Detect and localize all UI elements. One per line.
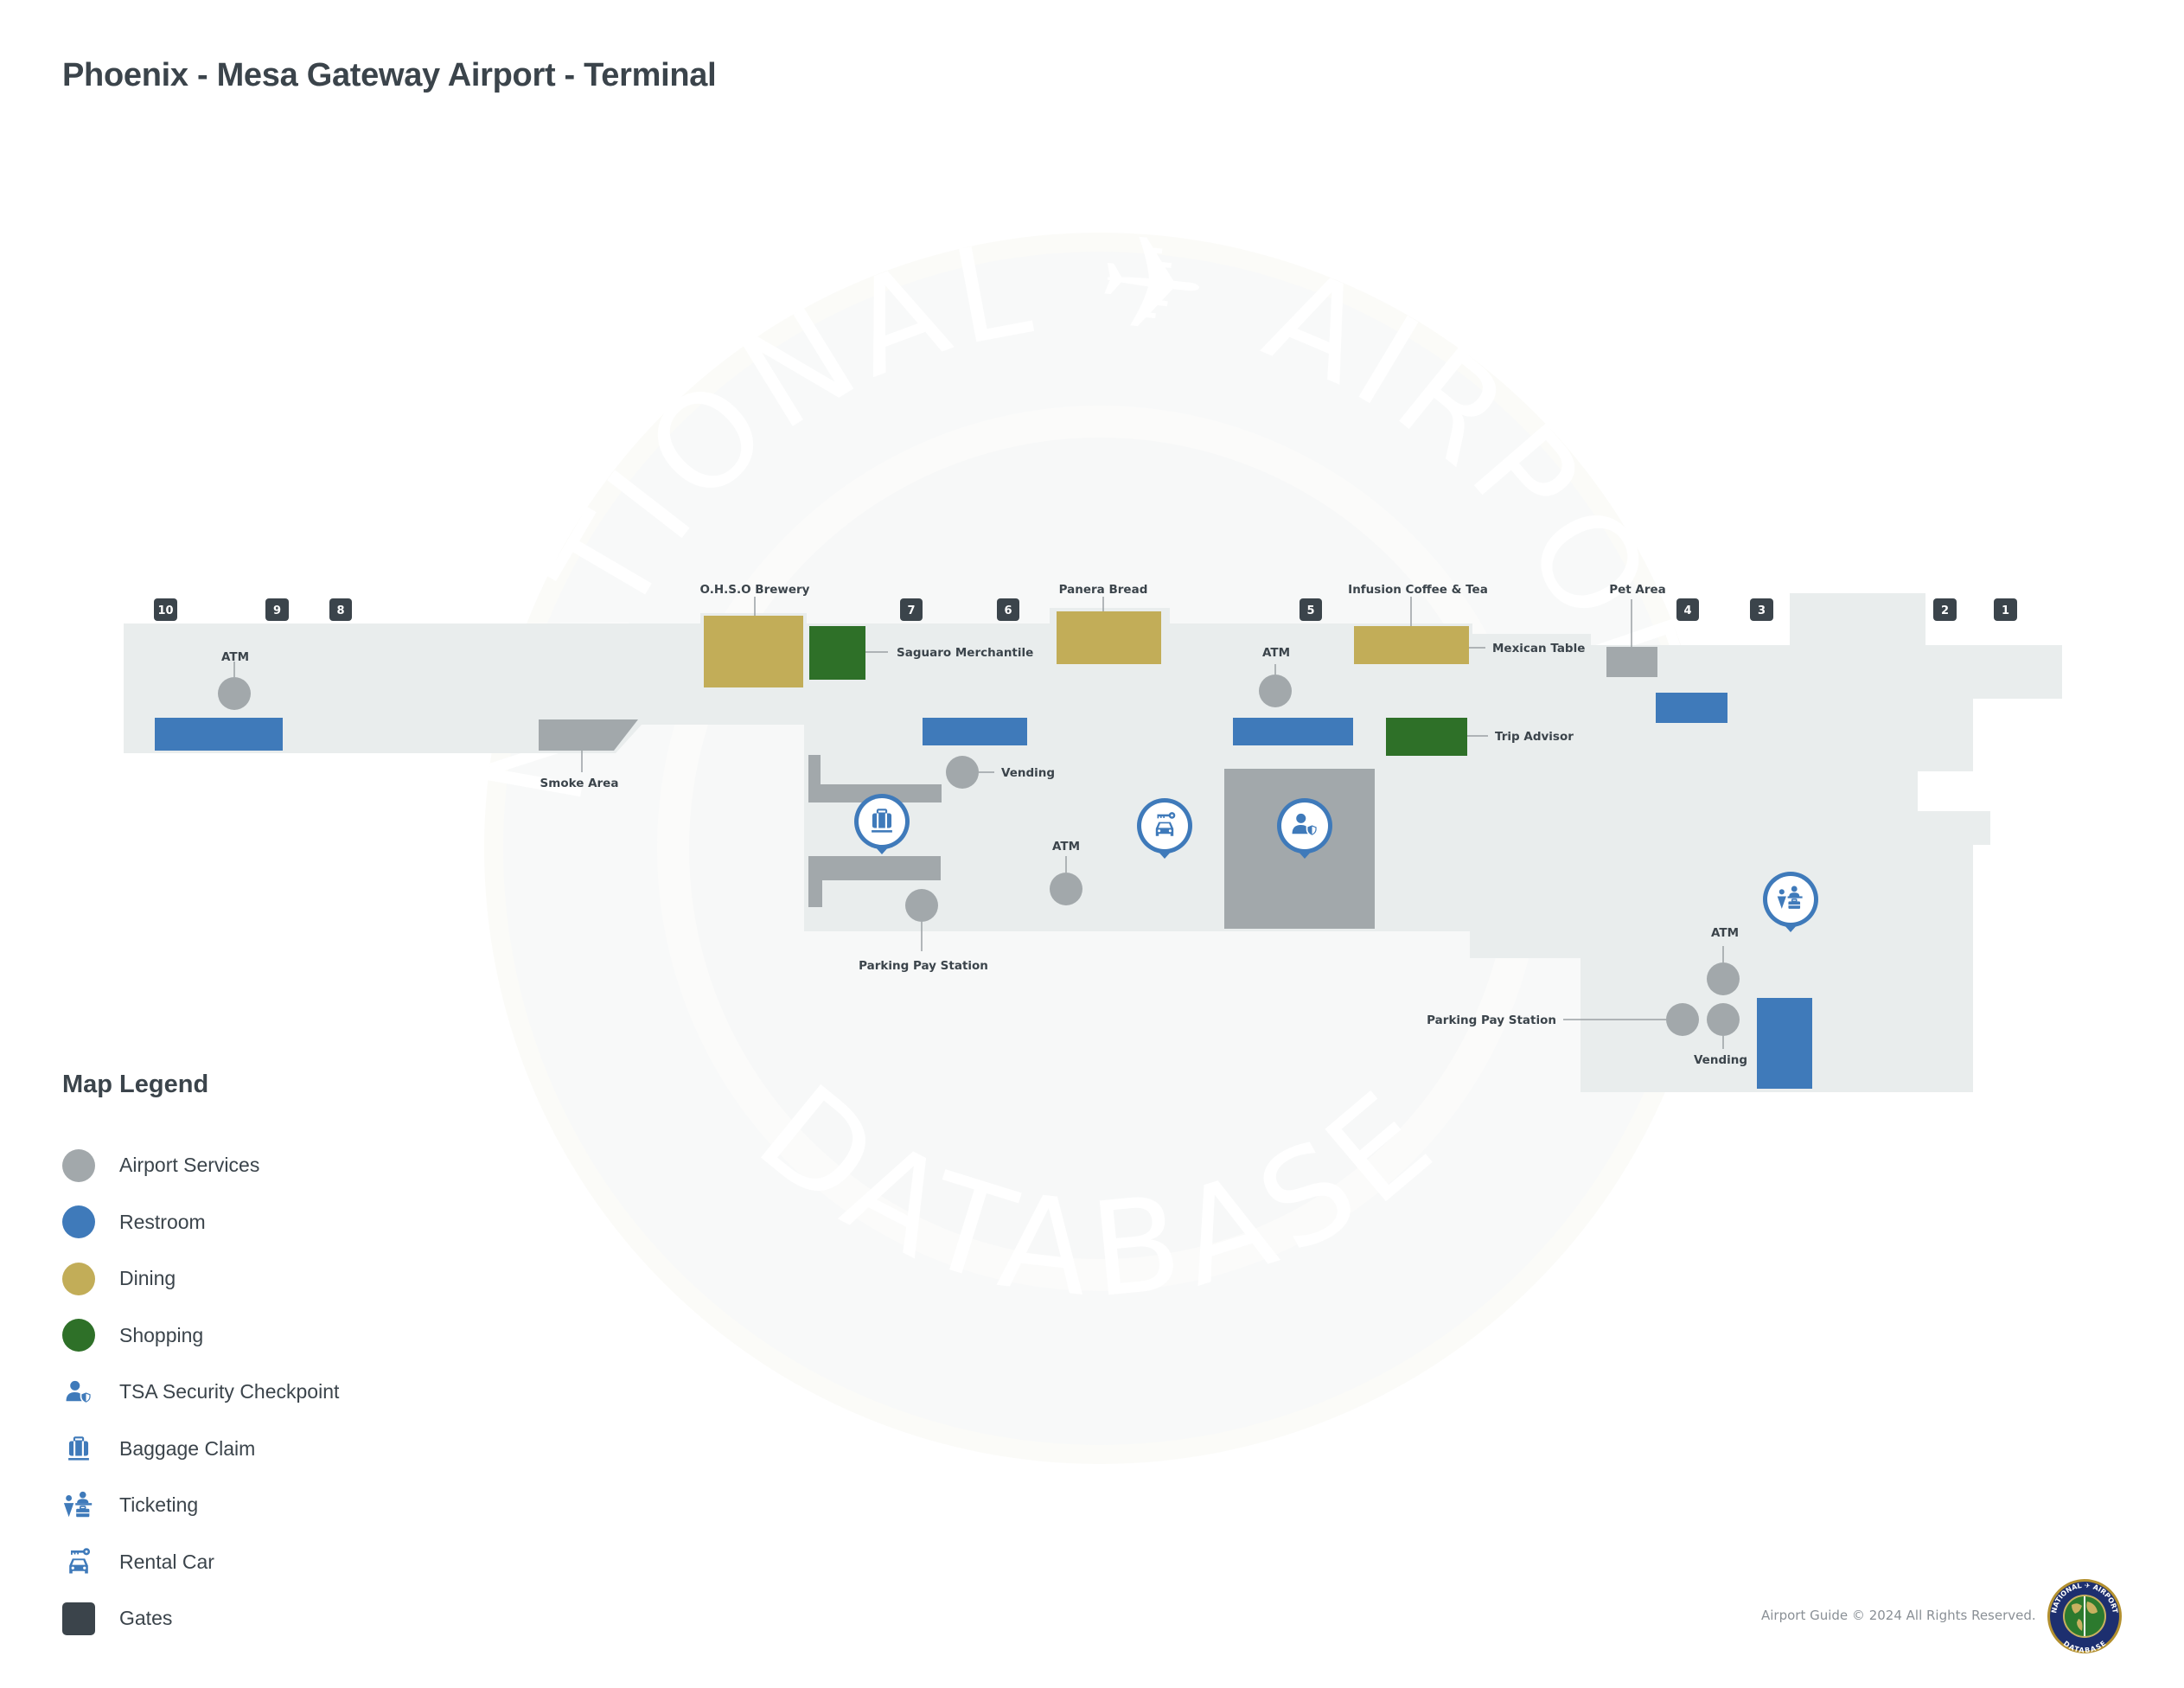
svg-text:Vending: Vending (1001, 766, 1055, 780)
dining-dot-icon (62, 1262, 95, 1295)
map-legend: Map Legend Airport Services Restroom Din… (62, 1071, 339, 1647)
svg-text:Infusion Coffee & Tea: Infusion Coffee & Tea (1348, 583, 1488, 597)
legend-item-airport-services: Airport Services (62, 1137, 339, 1194)
svg-text:4: 4 (1683, 604, 1691, 617)
airport-services-dot-icon (62, 1148, 95, 1182)
ticketing-icon (62, 1489, 95, 1522)
svg-text:8: 8 (336, 604, 344, 617)
restroom-east-lower[interactable] (1757, 998, 1812, 1089)
legend-item-rental-car: Rental Car (62, 1534, 339, 1591)
legend-item-ticketing: Ticketing (62, 1477, 339, 1534)
tsa-security-icon (64, 1378, 93, 1407)
gate-4[interactable]: 4 (1676, 598, 1699, 621)
gate-3[interactable]: 3 (1750, 598, 1773, 621)
restroom-east-upper[interactable] (1656, 693, 1727, 723)
copyright-text: Airport Guide © 2024 All Rights Reserved… (1761, 1608, 2036, 1623)
gate-2[interactable]: 2 (1933, 598, 1957, 621)
svg-text:Parking Pay Station: Parking Pay Station (859, 959, 988, 973)
gate-10[interactable]: 10 (154, 598, 177, 621)
gate-1[interactable]: 1 (1994, 598, 2017, 621)
svg-text:Vending: Vending (1694, 1053, 1747, 1067)
svg-text:2: 2 (1941, 604, 1949, 617)
rental-car-icon (63, 1545, 94, 1578)
svg-text:1: 1 (2002, 604, 2009, 617)
gate-6[interactable]: 6 (997, 598, 1019, 621)
svg-text:Pet Area: Pet Area (1609, 583, 1666, 597)
svg-text:10: 10 (157, 604, 173, 617)
svg-text:6: 6 (1004, 604, 1012, 617)
gate-9[interactable]: 9 (265, 598, 289, 621)
gate-7[interactable]: 7 (900, 598, 923, 621)
baggage-claim-icon (64, 1434, 93, 1463)
restroom-central-west[interactable] (923, 718, 1027, 745)
svg-text:Parking Pay Station: Parking Pay Station (1427, 1013, 1556, 1027)
shopping-dot-icon (62, 1319, 95, 1352)
legend-item-baggage-claim: Baggage Claim (62, 1421, 339, 1478)
svg-text:Mexican Table: Mexican Table (1492, 642, 1585, 655)
svg-text:Smoke Area: Smoke Area (540, 777, 619, 790)
svg-text:Trip Advisor: Trip Advisor (1495, 730, 1574, 744)
legend-item-dining: Dining (62, 1250, 339, 1308)
svg-text:Saguaro Merchantile: Saguaro Merchantile (897, 646, 1033, 660)
svg-text:O.H.S.O Brewery: O.H.S.O Brewery (700, 583, 810, 597)
legend-item-tsa: TSA Security Checkpoint (62, 1364, 339, 1421)
gate-8[interactable]: 8 (329, 598, 352, 621)
svg-text:Panera Bread: Panera Bread (1059, 583, 1148, 597)
legend-item-shopping: Shopping (62, 1308, 339, 1365)
panera-bread[interactable]: Panera Bread (1057, 583, 1161, 664)
legend-item-gates: Gates (62, 1590, 339, 1647)
svg-text:5: 5 (1306, 604, 1314, 617)
restroom-central[interactable] (1233, 718, 1353, 745)
svg-text:7: 7 (907, 604, 915, 617)
svg-text:ATM: ATM (1052, 840, 1080, 854)
gate-square-icon (62, 1602, 95, 1635)
svg-text:ATM: ATM (1262, 646, 1290, 660)
svg-text:9: 9 (273, 604, 281, 617)
svg-text:ATM: ATM (1711, 926, 1739, 940)
national-airport-database-seal-icon: NATIONAL ✈ AIRPORT DATABASE (2047, 1579, 2122, 1654)
gate-5[interactable]: 5 (1300, 598, 1322, 621)
svg-text:3: 3 (1758, 604, 1766, 617)
restroom-dot-icon (62, 1205, 95, 1239)
svg-text:ATM: ATM (221, 650, 249, 664)
legend-title: Map Legend (62, 1071, 209, 1098)
restroom-west[interactable] (155, 718, 283, 751)
legend-item-restroom: Restroom (62, 1194, 339, 1251)
